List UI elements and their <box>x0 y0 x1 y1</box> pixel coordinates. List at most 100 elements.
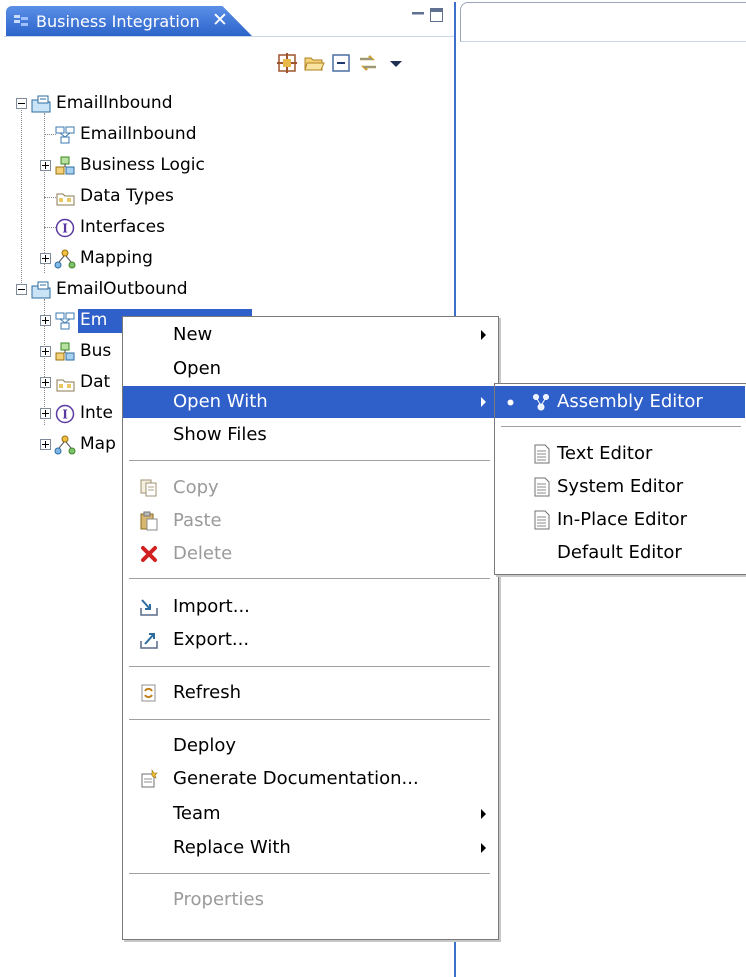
tree-item-label: Business Logic <box>80 155 205 175</box>
link-with-editor-icon[interactable] <box>357 52 379 74</box>
tree-item-label: EmailOutbound <box>56 279 188 299</box>
submenu-separator <box>501 426 741 428</box>
menu-item-label: Properties <box>173 889 264 910</box>
delete-icon <box>141 546 157 562</box>
collapse-all-icon[interactable] <box>330 52 352 74</box>
project-icon <box>31 281 51 299</box>
submenu-item-label: System Editor <box>557 476 684 497</box>
submenu-arrow-icon <box>481 397 486 407</box>
business-logic-icon <box>55 156 75 175</box>
menu-separator <box>129 460 490 462</box>
expand-toggle[interactable] <box>40 253 51 264</box>
view-toolbar <box>4 44 454 84</box>
open-with-submenu: Assembly Editor Text Editor System Edito… <box>494 383 746 575</box>
menu-item-label: Show Files <box>173 424 267 445</box>
menu-item-new[interactable]: New <box>123 319 496 351</box>
menu-item-copy[interactable]: Copy <box>123 472 496 504</box>
tab-business-integration[interactable]: Business Integration ✕ <box>6 6 252 36</box>
expand-toggle[interactable] <box>40 160 51 171</box>
tree-item-label: EmailInbound <box>56 93 173 113</box>
menu-item-show-files[interactable]: Show Files <box>123 419 496 451</box>
filter-icon[interactable] <box>276 52 298 74</box>
menu-item-label: New <box>173 324 213 345</box>
project-icon <box>31 95 51 113</box>
text-file-icon <box>534 510 550 530</box>
interfaces-icon: I <box>55 404 75 424</box>
refresh-icon <box>141 684 156 702</box>
expand-toggle[interactable] <box>40 346 51 357</box>
menu-item-properties[interactable]: Properties <box>123 884 496 916</box>
menu-item-delete[interactable]: Delete <box>123 538 496 570</box>
copy-icon <box>140 479 157 497</box>
menu-separator <box>129 666 490 668</box>
menu-item-label: Replace With <box>173 837 291 858</box>
menu-item-import[interactable]: Import... <box>123 591 496 623</box>
menu-item-label: Team <box>173 803 221 824</box>
mapping-icon <box>54 435 76 455</box>
close-icon[interactable]: ✕ <box>212 9 228 31</box>
submenu-item-assembly-editor[interactable]: Assembly Editor <box>495 386 745 418</box>
menu-item-label: Open With <box>173 391 268 412</box>
tree-item-label: Mapping <box>80 248 153 268</box>
menu-item-export[interactable]: Export... <box>123 624 496 656</box>
submenu-item-text-editor[interactable]: Text Editor <box>495 438 745 470</box>
menu-item-generate-documentation[interactable]: Generate Documentation... <box>123 763 496 795</box>
tree-item-label: Inte <box>80 403 113 423</box>
expand-toggle[interactable] <box>40 315 51 326</box>
submenu-item-label: In-Place Editor <box>557 509 688 530</box>
submenu-item-default-editor[interactable]: Default Editor <box>495 537 745 569</box>
menu-item-label: Delete <box>173 543 233 564</box>
menu-separator <box>129 719 490 721</box>
minimize-icon[interactable] <box>412 10 424 16</box>
menu-item-refresh[interactable]: Refresh <box>123 677 496 709</box>
tree-item-label: Em <box>78 310 110 330</box>
text-file-icon <box>534 444 550 464</box>
svg-text:I: I <box>62 222 68 236</box>
open-folder-icon[interactable] <box>303 52 325 74</box>
menu-item-label: Import... <box>173 596 250 617</box>
menu-item-open-with[interactable]: Open With <box>123 386 496 418</box>
view-title-bar: Business Integration ✕ <box>4 2 454 37</box>
view-icon <box>14 15 28 26</box>
tree-item-label: EmailInbound <box>80 124 197 144</box>
interfaces-icon: I <box>55 218 75 238</box>
expand-toggle[interactable] <box>40 439 51 450</box>
expand-toggle[interactable] <box>40 408 51 419</box>
menu-item-open[interactable]: Open <box>123 353 496 385</box>
business-logic-icon <box>55 342 75 361</box>
submenu-item-label: Text Editor <box>557 443 653 464</box>
collapse-toggle[interactable] <box>16 284 27 295</box>
menu-item-label: Paste <box>173 510 222 531</box>
submenu-arrow-icon <box>481 843 486 853</box>
tree-item-label: Interfaces <box>80 217 165 237</box>
submenu-item-label: Assembly Editor <box>557 391 703 412</box>
assembly-editor-icon <box>533 394 549 411</box>
assembly-icon <box>55 312 75 330</box>
menu-item-label: Open <box>173 358 222 379</box>
tree-connector <box>44 113 45 273</box>
menu-separator <box>129 873 490 875</box>
menu-item-label: Deploy <box>173 735 237 756</box>
import-icon <box>140 599 158 616</box>
menu-item-paste[interactable]: Paste <box>123 505 496 537</box>
expand-toggle[interactable] <box>40 377 51 388</box>
svg-text:I: I <box>62 408 68 422</box>
view-menu-icon[interactable] <box>385 52 407 74</box>
menu-item-label: Refresh <box>173 682 241 703</box>
menu-item-replace-with[interactable]: Replace With <box>123 832 496 864</box>
submenu-item-in-place-editor[interactable]: In-Place Editor <box>495 504 745 536</box>
submenu-item-label: Default Editor <box>557 542 682 563</box>
radio-checked-icon <box>507 399 514 406</box>
data-types-icon <box>56 193 75 206</box>
tree-item-label: Map <box>80 434 116 454</box>
generate-docs-icon <box>141 769 158 788</box>
export-icon <box>140 633 158 649</box>
collapse-toggle[interactable] <box>16 98 27 109</box>
tree-item-label: Data Types <box>80 186 174 206</box>
submenu-item-system-editor[interactable]: System Editor <box>495 471 745 503</box>
maximize-icon[interactable] <box>430 8 443 22</box>
menu-item-team[interactable]: Team <box>123 798 496 830</box>
menu-item-deploy[interactable]: Deploy <box>123 730 496 762</box>
menu-item-label: Export... <box>173 629 250 650</box>
menu-separator <box>129 578 490 580</box>
